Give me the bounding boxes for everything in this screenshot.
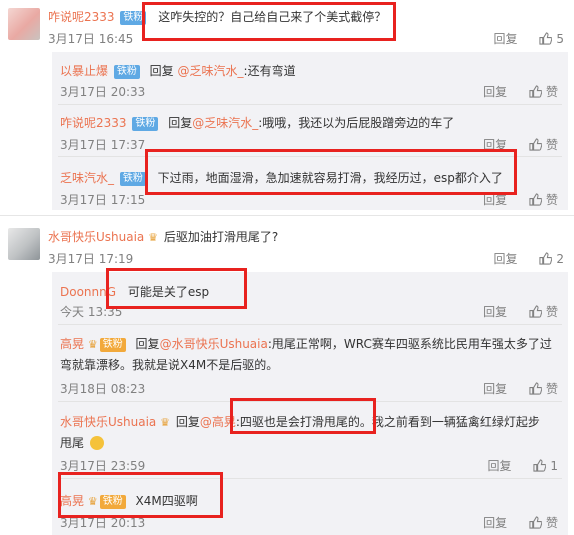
- username[interactable]: 水哥快乐Ushuaia: [60, 415, 156, 429]
- like-label: 赞: [545, 138, 558, 152]
- like-button[interactable]: 赞: [529, 380, 558, 397]
- reply-button[interactable]: 回复: [483, 303, 507, 320]
- reply-button[interactable]: 回复: [483, 514, 507, 531]
- comment-text: 这咋失控的？自己给自己来了个美式截停？: [158, 10, 387, 24]
- reply-text-continued: 弯就靠漂移。我就是说X4M不是后驱的。: [60, 358, 279, 372]
- reply-text: :还有弯道: [243, 64, 296, 78]
- thumbs-up-icon: [533, 459, 547, 472]
- reply-prefix: 回复: [175, 415, 200, 429]
- reply-prefix: 回复: [149, 64, 174, 78]
- like-label: 赞: [545, 516, 558, 530]
- mention-link[interactable]: @乏味汽水_: [192, 116, 258, 130]
- like-label: 赞: [545, 193, 558, 207]
- like-button[interactable]: 赞: [529, 514, 558, 531]
- username[interactable]: 咋说呢2333: [48, 10, 115, 24]
- reply-button[interactable]: 回复: [494, 30, 518, 47]
- thumbs-up-icon: [539, 32, 553, 45]
- fan-badge: 铁粉: [99, 338, 126, 352]
- crown-icon: ♛: [148, 231, 158, 244]
- crown-icon: ♛: [87, 495, 98, 508]
- thumbs-up-icon: [529, 85, 542, 98]
- like-button[interactable]: 1: [533, 459, 558, 473]
- reply-item: 咋说呢2333 铁粉 回复@乏味汽水_:哦哦，我还以为后屁股蹭旁边的车了 3月1…: [52, 105, 568, 157]
- like-count: 5: [556, 32, 564, 46]
- reply-time: 3月18日 08:23: [60, 382, 146, 396]
- reply-list: DoonnnG 可能是关了esp 今天 13:35 回复 赞 高晃 ♛ 铁粉 回复…: [52, 272, 568, 535]
- emoji-icon: [89, 436, 104, 450]
- reply-item: 以暴止爆 铁粉 回复 @乏味汽水_:还有弯道 3月17日 20:33 回复 赞: [52, 52, 568, 105]
- avatar[interactable]: [8, 8, 40, 40]
- thumbs-up-icon: [539, 252, 553, 265]
- like-label: 赞: [545, 382, 558, 396]
- comment-time: 3月17日 17:19: [48, 252, 134, 266]
- reply-time: 今天 13:35: [60, 305, 123, 319]
- reply-time: 3月17日 20:33: [60, 85, 146, 99]
- reply-time: 3月17日 17:37: [60, 138, 146, 152]
- comment-item: 水哥快乐Ushuaia ♛ 后驱加油打滑甩尾了? 3月17日 17:19 回复 …: [0, 216, 574, 535]
- like-label: 赞: [545, 85, 558, 99]
- like-button[interactable]: 赞: [529, 303, 558, 320]
- reply-button[interactable]: 回复: [488, 457, 512, 474]
- fan-badge: 铁粉: [113, 65, 140, 79]
- username[interactable]: 乏味汽水_: [60, 171, 114, 185]
- like-button[interactable]: 赞: [529, 83, 558, 100]
- username[interactable]: 以暴止爆: [60, 64, 108, 78]
- crown-icon: ♛: [160, 416, 170, 429]
- reply-time: 3月17日 23:59: [60, 459, 146, 473]
- reply-button[interactable]: 回复: [483, 380, 507, 397]
- thumbs-up-icon: [529, 516, 542, 529]
- reply-time: 3月17日 20:13: [60, 516, 146, 530]
- avatar[interactable]: [8, 228, 40, 260]
- reply-text: :哦哦，我还以为后屁股蹭旁边的车了: [258, 116, 455, 130]
- like-button[interactable]: 赞: [529, 136, 558, 153]
- mention-link[interactable]: @乏味汽水_: [178, 64, 244, 78]
- username[interactable]: DoonnnG: [60, 285, 116, 299]
- thumbs-up-icon: [529, 138, 542, 151]
- reply-button[interactable]: 回复: [483, 136, 507, 153]
- like-button[interactable]: 5: [539, 32, 564, 46]
- reply-item: 乏味汽水_ 铁粉 下过雨，地面湿滑，急加速就容易打滑，我经历过，esp都介入了 …: [52, 157, 568, 210]
- reply-list: 以暴止爆 铁粉 回复 @乏味汽水_:还有弯道 3月17日 20:33 回复 赞 …: [52, 52, 568, 210]
- like-button[interactable]: 赞: [529, 191, 558, 208]
- comment-text: 后驱加油打滑甩尾了?: [163, 230, 279, 244]
- reply-button[interactable]: 回复: [494, 250, 518, 267]
- reply-button[interactable]: 回复: [483, 191, 507, 208]
- like-count: 2: [556, 252, 564, 266]
- reply-item: 高晃 ♛ 铁粉 X4M四驱啊 3月17日 20:13 回复 赞: [52, 479, 568, 535]
- thumbs-up-icon: [529, 193, 542, 206]
- reply-text: :甩尾正常啊，WRC赛车四驱系统比民用车强太多了过: [267, 337, 552, 351]
- reply-text: :四驱也是会打滑甩尾的。我之前看到一辆猛禽红绿灯起步: [235, 415, 540, 429]
- like-count: 1: [550, 459, 558, 473]
- comment-time: 3月17日 16:45: [48, 32, 134, 46]
- reply-item: 高晃 ♛ 铁粉 回复@水哥快乐Ushuaia:甩尾正常啊，WRC赛车四驱系统比民用…: [52, 325, 568, 402]
- fan-badge: 铁粉: [132, 117, 159, 131]
- reply-item: DoonnnG 可能是关了esp 今天 13:35 回复 赞: [52, 272, 568, 325]
- username[interactable]: 咋说呢2333: [60, 116, 127, 130]
- username[interactable]: 高晃: [60, 494, 84, 508]
- mention-link[interactable]: @水哥快乐Ushuaia: [160, 337, 268, 351]
- crown-icon: ♛: [87, 338, 98, 351]
- like-button[interactable]: 2: [539, 252, 564, 266]
- reply-item: 水哥快乐Ushuaia ♛ 回复@高晃:四驱也是会打滑甩尾的。我之前看到一辆猛禽…: [52, 402, 568, 479]
- mention-link[interactable]: @高晃: [200, 415, 236, 429]
- like-label: 赞: [545, 305, 558, 319]
- username[interactable]: 高晃: [60, 337, 84, 351]
- reply-text: 可能是关了esp: [127, 285, 210, 299]
- reply-prefix: 回复: [135, 337, 160, 351]
- fan-badge: 铁粉: [120, 11, 147, 25]
- reply-text-continued: 甩尾: [60, 436, 85, 450]
- reply-text: 下过雨，地面湿滑，急加速就容易打滑，我经历过，esp都介入了: [157, 171, 503, 185]
- fan-badge: 铁粉: [119, 172, 146, 186]
- reply-prefix: 回复: [168, 116, 193, 130]
- reply-button[interactable]: 回复: [483, 83, 507, 100]
- fan-badge: 铁粉: [99, 495, 126, 509]
- thumbs-up-icon: [529, 305, 542, 318]
- username[interactable]: 水哥快乐Ushuaia: [48, 230, 144, 244]
- reply-time: 3月17日 17:15: [60, 193, 146, 207]
- comment-item: 咋说呢2333 铁粉 这咋失控的？自己给自己来了个美式截停？ 3月17日 16:…: [0, 0, 574, 210]
- thumbs-up-icon: [529, 382, 542, 395]
- reply-text: X4M四驱啊: [135, 494, 198, 508]
